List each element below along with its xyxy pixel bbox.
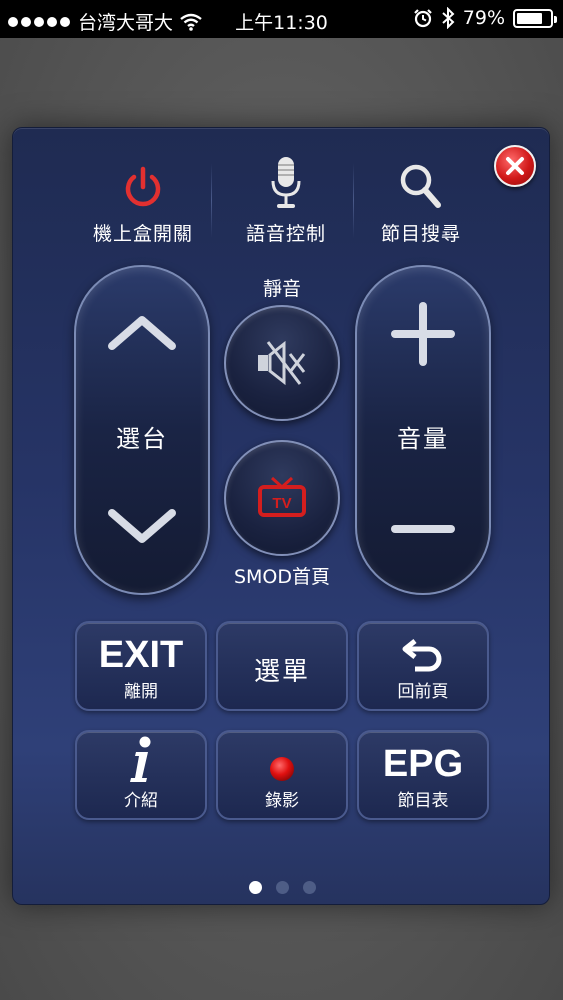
- menu-button[interactable]: 選單: [216, 621, 348, 711]
- mute-button[interactable]: [224, 305, 340, 421]
- volume-rocker: 音量: [355, 265, 491, 595]
- status-right: 79%: [413, 7, 557, 29]
- page-dot[interactable]: [302, 881, 316, 894]
- voice-control-label: 語音控制: [245, 223, 326, 245]
- page-indicator: [13, 881, 551, 894]
- mute-label: 靜音: [262, 278, 301, 300]
- bluetooth-icon: [442, 7, 455, 29]
- epg-button[interactable]: EPG 節目表: [357, 730, 489, 820]
- volume-up-button[interactable]: [357, 301, 489, 367]
- smod-home-button[interactable]: TV: [224, 440, 340, 556]
- channel-up-button[interactable]: [76, 312, 208, 352]
- program-search-label: 節目搜尋: [380, 223, 461, 245]
- back-label: 回前頁: [397, 682, 449, 702]
- battery-icon: [513, 8, 557, 28]
- info-icon: [130, 736, 151, 782]
- page-dot[interactable]: [248, 881, 262, 894]
- back-arrow-icon: [402, 639, 442, 672]
- status-bar: 台湾大哥大 上午11:30 79%: [0, 0, 563, 38]
- mute-icon: [258, 340, 306, 386]
- back-button[interactable]: 回前頁: [357, 621, 489, 711]
- record-icon: [270, 757, 294, 781]
- exit-button[interactable]: EXIT 離開: [75, 621, 207, 711]
- smod-home-label: SMOD首頁: [233, 566, 331, 588]
- tv-icon: TV: [258, 476, 306, 517]
- volume-label: 音量: [397, 425, 449, 453]
- info-button[interactable]: 介紹: [75, 730, 207, 820]
- remote-panel: 機上盒開關 語音控制 節目搜尋 選台 音量 靜音 TV SMOD首頁 EXIT …: [12, 127, 550, 905]
- battery-percent: 79%: [462, 7, 505, 29]
- chevron-down-icon: [108, 509, 176, 543]
- power-button[interactable]: 機上盒開關: [73, 153, 213, 246]
- record-label: 錄影: [265, 791, 299, 811]
- epg-label: EPG: [382, 743, 464, 785]
- exit-sublabel: 離開: [124, 682, 158, 702]
- minus-icon: [391, 525, 455, 533]
- channel-down-button[interactable]: [76, 507, 208, 547]
- plus-icon: [391, 302, 455, 366]
- microphone-icon: [271, 157, 301, 208]
- exit-label: EXIT: [98, 634, 184, 676]
- power-label: 機上盒開關: [92, 223, 193, 245]
- volume-down-button[interactable]: [357, 522, 489, 536]
- svg-text:TV: TV: [272, 495, 291, 512]
- close-button[interactable]: [494, 145, 536, 187]
- channel-rocker: 選台: [74, 265, 210, 595]
- search-icon: [400, 164, 441, 208]
- info-label: 介紹: [124, 791, 158, 811]
- menu-label: 選單: [253, 657, 310, 687]
- top-divider-1: [211, 163, 212, 238]
- program-search-button[interactable]: 節目搜尋: [351, 153, 491, 246]
- record-button[interactable]: 錄影: [216, 730, 348, 820]
- epg-sublabel: 節目表: [397, 791, 449, 811]
- voice-control-button[interactable]: 語音控制: [216, 153, 356, 246]
- page-dot[interactable]: [275, 881, 289, 894]
- channel-label: 選台: [116, 425, 168, 453]
- power-icon: [125, 166, 161, 207]
- chevron-up-icon: [108, 316, 176, 350]
- alarm-icon: [413, 9, 432, 28]
- close-icon: [506, 157, 524, 175]
